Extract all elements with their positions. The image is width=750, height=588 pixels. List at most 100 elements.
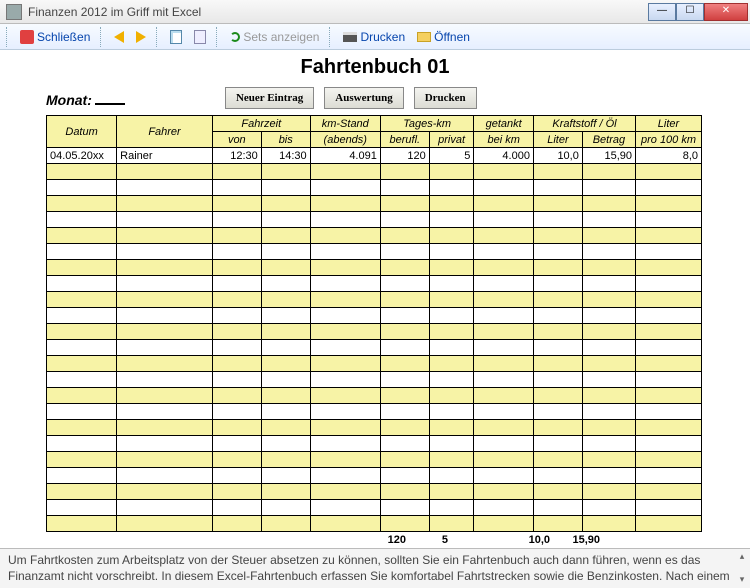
cell[interactable] [380, 244, 429, 260]
cell[interactable] [474, 324, 534, 340]
cell[interactable] [636, 308, 702, 324]
cell[interactable] [261, 452, 310, 468]
cell[interactable] [582, 244, 635, 260]
cell[interactable] [310, 340, 380, 356]
cell[interactable] [533, 340, 582, 356]
table-row[interactable] [47, 180, 702, 196]
cell[interactable] [429, 228, 474, 244]
cell[interactable] [212, 212, 261, 228]
cell[interactable] [117, 356, 213, 372]
cell[interactable] [47, 260, 117, 276]
cell[interactable] [310, 164, 380, 180]
cell[interactable] [212, 388, 261, 404]
cell[interactable] [47, 484, 117, 500]
cell[interactable] [582, 212, 635, 228]
cell[interactable] [582, 404, 635, 420]
cell[interactable] [582, 372, 635, 388]
cell[interactable] [429, 500, 474, 516]
cell[interactable] [533, 452, 582, 468]
cell[interactable] [582, 260, 635, 276]
cell[interactable]: 14:30 [261, 148, 310, 164]
cell[interactable] [261, 436, 310, 452]
cell[interactable] [429, 452, 474, 468]
cell[interactable] [582, 356, 635, 372]
cell[interactable] [582, 468, 635, 484]
cell[interactable] [117, 292, 213, 308]
cell[interactable] [212, 292, 261, 308]
cell[interactable] [310, 420, 380, 436]
cell[interactable] [47, 228, 117, 244]
cell[interactable] [582, 420, 635, 436]
cell[interactable] [474, 180, 534, 196]
cell[interactable] [474, 484, 534, 500]
table-row[interactable]: 04.05.20xxRainer12:3014:304.09112054.000… [47, 148, 702, 164]
cell[interactable] [117, 404, 213, 420]
cell[interactable] [47, 468, 117, 484]
cell[interactable] [636, 356, 702, 372]
cell[interactable]: 120 [380, 148, 429, 164]
cell[interactable] [117, 260, 213, 276]
cell[interactable] [212, 180, 261, 196]
cell[interactable] [582, 500, 635, 516]
cell[interactable] [380, 260, 429, 276]
minimize-button[interactable]: — [648, 3, 676, 21]
cell[interactable] [212, 276, 261, 292]
cell[interactable] [310, 372, 380, 388]
table-row[interactable] [47, 372, 702, 388]
cell[interactable] [474, 228, 534, 244]
cell[interactable] [380, 436, 429, 452]
cell[interactable] [310, 308, 380, 324]
cell[interactable] [380, 468, 429, 484]
cell[interactable] [117, 196, 213, 212]
cell[interactable] [212, 244, 261, 260]
cell[interactable]: 8,0 [636, 148, 702, 164]
cell[interactable] [261, 244, 310, 260]
cell[interactable] [380, 324, 429, 340]
cell[interactable] [310, 484, 380, 500]
cell[interactable] [261, 260, 310, 276]
cell[interactable] [533, 164, 582, 180]
cell[interactable] [636, 404, 702, 420]
cell[interactable] [533, 292, 582, 308]
cell[interactable] [117, 228, 213, 244]
cell[interactable] [261, 500, 310, 516]
cell[interactable] [636, 452, 702, 468]
cell[interactable] [47, 180, 117, 196]
cell[interactable] [533, 500, 582, 516]
cell[interactable] [429, 180, 474, 196]
cell[interactable] [261, 404, 310, 420]
cell[interactable] [474, 260, 534, 276]
cell[interactable] [474, 436, 534, 452]
cell[interactable] [310, 452, 380, 468]
cell[interactable] [429, 516, 474, 532]
cell[interactable] [261, 468, 310, 484]
cell[interactable] [582, 180, 635, 196]
cell[interactable] [261, 356, 310, 372]
cell[interactable] [117, 276, 213, 292]
cell[interactable] [261, 292, 310, 308]
cell[interactable] [380, 212, 429, 228]
cell[interactable] [261, 164, 310, 180]
cell[interactable] [261, 340, 310, 356]
cell[interactable] [429, 212, 474, 228]
cell[interactable] [47, 324, 117, 340]
cell[interactable] [117, 308, 213, 324]
cell[interactable] [582, 164, 635, 180]
cell[interactable] [380, 180, 429, 196]
cell[interactable] [636, 196, 702, 212]
cell[interactable] [117, 388, 213, 404]
cell[interactable] [474, 340, 534, 356]
cell[interactable] [310, 292, 380, 308]
cell[interactable]: 12:30 [212, 148, 261, 164]
cell[interactable] [261, 308, 310, 324]
cell[interactable] [474, 388, 534, 404]
cell[interactable] [533, 324, 582, 340]
cell[interactable] [582, 436, 635, 452]
cell[interactable] [261, 212, 310, 228]
cell[interactable] [533, 228, 582, 244]
cell[interactable] [474, 196, 534, 212]
table-row[interactable] [47, 404, 702, 420]
cell[interactable] [533, 356, 582, 372]
cell[interactable] [310, 468, 380, 484]
cell[interactable] [261, 372, 310, 388]
